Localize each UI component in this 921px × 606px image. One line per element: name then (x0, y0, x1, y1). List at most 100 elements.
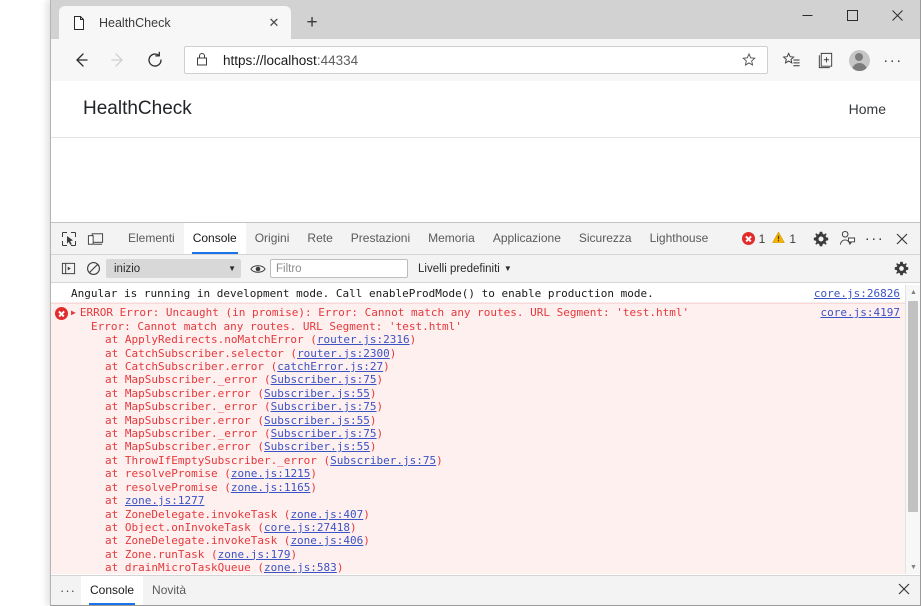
stack-source-link[interactable]: core.js:27418 (264, 521, 350, 534)
console-stack-line: at ZoneDelegate.invokeTask (zone.js:407) (71, 508, 905, 521)
devtools-tab-sicurezza[interactable]: Sicurezza (570, 223, 641, 254)
devtools-close-icon[interactable] (888, 225, 915, 253)
browser-settings-more-icon[interactable]: ··· (876, 44, 910, 76)
stack-source-link[interactable]: zone.js:179 (218, 548, 291, 561)
drawer-tab-novita[interactable]: Novità (143, 576, 195, 605)
console-stack-line: at ApplyRedirects.noMatchError (router.j… (71, 333, 905, 346)
lock-icon (195, 52, 211, 68)
console-stack-line: at ZoneDelegate.invokeTask (zone.js:406) (71, 534, 905, 547)
drawer-more-icon[interactable]: ··· (55, 578, 81, 604)
console-filter-input[interactable]: Filtro (270, 259, 408, 278)
stack-source-link[interactable]: Subscriber.js:55 (264, 440, 370, 453)
stack-source-link[interactable]: Subscriber.js:55 (264, 387, 370, 400)
stack-source-link[interactable]: router.js:2316 (317, 333, 410, 346)
scroll-down-arrow-icon[interactable]: ▼ (906, 560, 920, 574)
stack-source-link[interactable]: zone.js:1215 (231, 467, 310, 480)
stack-frame-tail: ) (436, 453, 443, 467)
favorite-star-icon[interactable] (737, 48, 761, 72)
devtools-tab-console[interactable]: Console (183, 223, 246, 254)
devtools-tab-elementi[interactable]: Elementi (119, 223, 184, 254)
devtools-tab-memoria[interactable]: Memoria (419, 223, 484, 254)
clear-console-icon[interactable] (81, 257, 106, 281)
stack-frame-label: at CatchSubscriber.selector ( (105, 346, 298, 360)
console-stack-line: at CatchSubscriber.error (catchError.js:… (71, 360, 905, 373)
stack-source-link[interactable]: catchError.js:27 (277, 360, 383, 373)
scrollbar-thumb[interactable] (908, 301, 918, 512)
site-brand[interactable]: HealthCheck (83, 98, 192, 120)
console-message-error[interactable]: ▶ ERROR Error: Uncaught (in promise): Er… (51, 303, 905, 574)
stack-frame-tail: ) (389, 346, 397, 360)
browser-tab-healthcheck[interactable]: HealthCheck ✕ (59, 6, 291, 39)
console-levels-dropdown[interactable]: Livelli predefiniti ▼ (418, 263, 512, 275)
stack-source-link[interactable]: zone.js:1165 (231, 481, 310, 494)
stack-source-link[interactable]: Subscriber.js:75 (330, 454, 436, 467)
stack-source-link[interactable]: zone.js:406 (290, 534, 363, 547)
devtools-settings-gear-icon[interactable] (807, 225, 834, 253)
console-stack-line: at zone.js:1277 (71, 494, 905, 507)
devtools-tab-rete[interactable]: Rete (298, 223, 341, 254)
devtools-drawer: ··· Console Novità (51, 575, 920, 605)
inspect-element-icon[interactable] (55, 225, 82, 253)
stack-source-link[interactable]: zone.js:407 (290, 508, 363, 521)
drawer-tab-console[interactable]: Console (81, 576, 144, 605)
issue-badges: 1 1 (741, 230, 803, 247)
stack-source-link[interactable]: router.js:2300 (297, 347, 390, 360)
console-source-link[interactable]: core.js:26826 (814, 287, 900, 300)
console-scrollbar[interactable]: ▲ ▼ (905, 285, 920, 574)
collections-icon[interactable] (808, 44, 842, 76)
site-navbar: HealthCheck Home (51, 81, 920, 138)
live-expressions-eye-icon[interactable] (245, 257, 270, 281)
console-message-info[interactable]: Angular is running in development mode. … (51, 285, 905, 304)
stack-source-link[interactable]: zone.js:1277 (125, 494, 204, 507)
drawer-right (898, 582, 920, 600)
stack-frame-label: at resolvePromise ( (105, 467, 231, 481)
stack-source-link[interactable]: Subscriber.js:75 (271, 400, 377, 413)
window-controls (785, 0, 920, 31)
device-toolbar-icon[interactable] (82, 225, 109, 253)
console-stack-line: at drainMicroTaskQueue (zone.js:583) (71, 561, 905, 574)
stack-frame-label: at ThrowIfEmptySubscriber._error ( (105, 453, 331, 467)
drawer-close-icon[interactable] (898, 582, 910, 599)
maximize-icon[interactable] (830, 0, 875, 31)
scroll-up-arrow-icon[interactable]: ▲ (906, 285, 920, 299)
stack-source-link[interactable]: Subscriber.js:55 (264, 414, 370, 427)
error-badge[interactable]: 1 (741, 231, 766, 246)
profile-avatar[interactable] (842, 44, 876, 76)
devtools-tab-prestazioni[interactable]: Prestazioni (342, 223, 419, 254)
reload-button-icon[interactable] (139, 44, 171, 76)
devtools-more-icon[interactable]: ··· (861, 225, 888, 253)
stack-frame-label: at CatchSubscriber.error ( (105, 360, 278, 374)
error-count: 1 (758, 231, 766, 246)
stack-frame-label: at Zone.runTask ( (105, 547, 218, 561)
stack-frame-tail: ) (383, 360, 390, 374)
nav-link-home[interactable]: Home (849, 101, 886, 117)
url-input[interactable]: https://localhost:44334 (184, 46, 768, 74)
levels-chevron-down-icon: ▼ (503, 264, 512, 273)
stack-source-link[interactable]: Subscriber.js:75 (271, 427, 377, 440)
favorites-list-icon[interactable] (774, 44, 808, 76)
stack-frame-tail: ) (376, 400, 384, 414)
console-context-select[interactable]: inizio ▼ (106, 259, 241, 278)
stack-source-link[interactable]: zone.js:583 (264, 561, 337, 574)
tab-close-icon[interactable]: ✕ (265, 14, 283, 32)
expand-triangle-icon[interactable]: ▶ (71, 306, 76, 319)
new-tab-button[interactable]: + (297, 7, 327, 37)
close-window-icon[interactable] (875, 0, 920, 31)
stack-source-link[interactable]: Subscriber.js:75 (271, 373, 377, 386)
minimize-icon[interactable] (785, 0, 830, 31)
devtools-tab-lighthouse[interactable]: Lighthouse (641, 223, 718, 254)
devtools-tab-applicazione[interactable]: Applicazione (484, 223, 570, 254)
feedback-icon[interactable] (834, 225, 861, 253)
stack-frame-label: at MapSubscriber.error ( (105, 413, 264, 427)
console-error-headline-row[interactable]: ▶ ERROR Error: Uncaught (in promise): Er… (71, 306, 905, 319)
devtools-tab-origini[interactable]: Origini (246, 223, 299, 254)
back-button-icon[interactable] (65, 44, 97, 76)
console-source-link[interactable]: core.js:4197 (821, 306, 900, 319)
more-dots: ··· (883, 51, 903, 69)
console-settings-gear-icon[interactable] (889, 257, 914, 281)
stack-frame-label: at ZoneDelegate.invokeTask ( (105, 534, 291, 548)
console-stack-line: at resolvePromise (zone.js:1165) (71, 481, 905, 494)
console-sidebar-toggle-icon[interactable] (56, 257, 81, 281)
warning-badge[interactable]: 1 (772, 230, 796, 247)
console-stack-line: at MapSubscriber.error (Subscriber.js:55… (71, 440, 905, 453)
